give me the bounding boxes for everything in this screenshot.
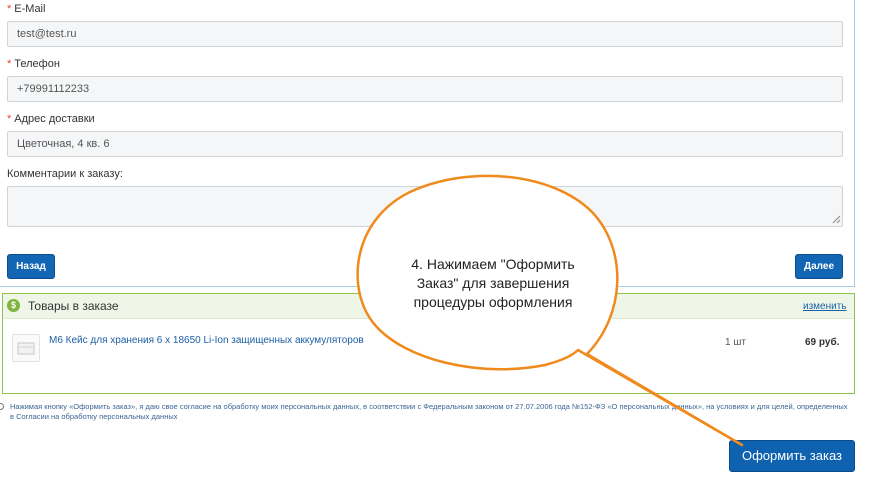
product-quantity: 1 шт [725, 337, 746, 348]
address-field[interactable] [7, 131, 843, 157]
next-button[interactable]: Далее [795, 254, 843, 279]
callout-text: 4. Нажимаем "Оформить Заказ" для заверше… [411, 256, 575, 310]
order-items-title: Товары в заказе [28, 299, 119, 313]
product-name-link[interactable]: M6 Кейс для хранения 6 х 18650 Li-Ion за… [49, 335, 364, 346]
consent-text: Нажимая кнопку «Оформить заказ», я даю с… [10, 402, 848, 421]
back-button[interactable]: Назад [7, 254, 55, 279]
email-label: * E-Mail [7, 3, 46, 15]
edit-order-link[interactable]: изменить [803, 301, 847, 312]
phone-label: * Телефон [7, 58, 60, 70]
comment-label: Комментарии к заказу: [7, 168, 123, 180]
order-form-panel: *E-Mail *Телефон *Адрес доставки Коммент… [0, 0, 855, 287]
address-label: * Адрес доставки [7, 113, 95, 125]
product-box-icon [17, 342, 35, 355]
consent-radio[interactable] [0, 403, 4, 410]
email-field[interactable] [7, 21, 843, 47]
place-order-button[interactable]: Оформить заказ [729, 440, 855, 472]
phone-field[interactable] [7, 76, 843, 102]
comment-textarea[interactable] [7, 186, 843, 227]
resize-grip-icon[interactable] [832, 215, 841, 224]
product-thumbnail[interactable] [12, 334, 40, 362]
product-price: 69 руб. [805, 337, 840, 348]
money-icon: $ [7, 299, 20, 312]
